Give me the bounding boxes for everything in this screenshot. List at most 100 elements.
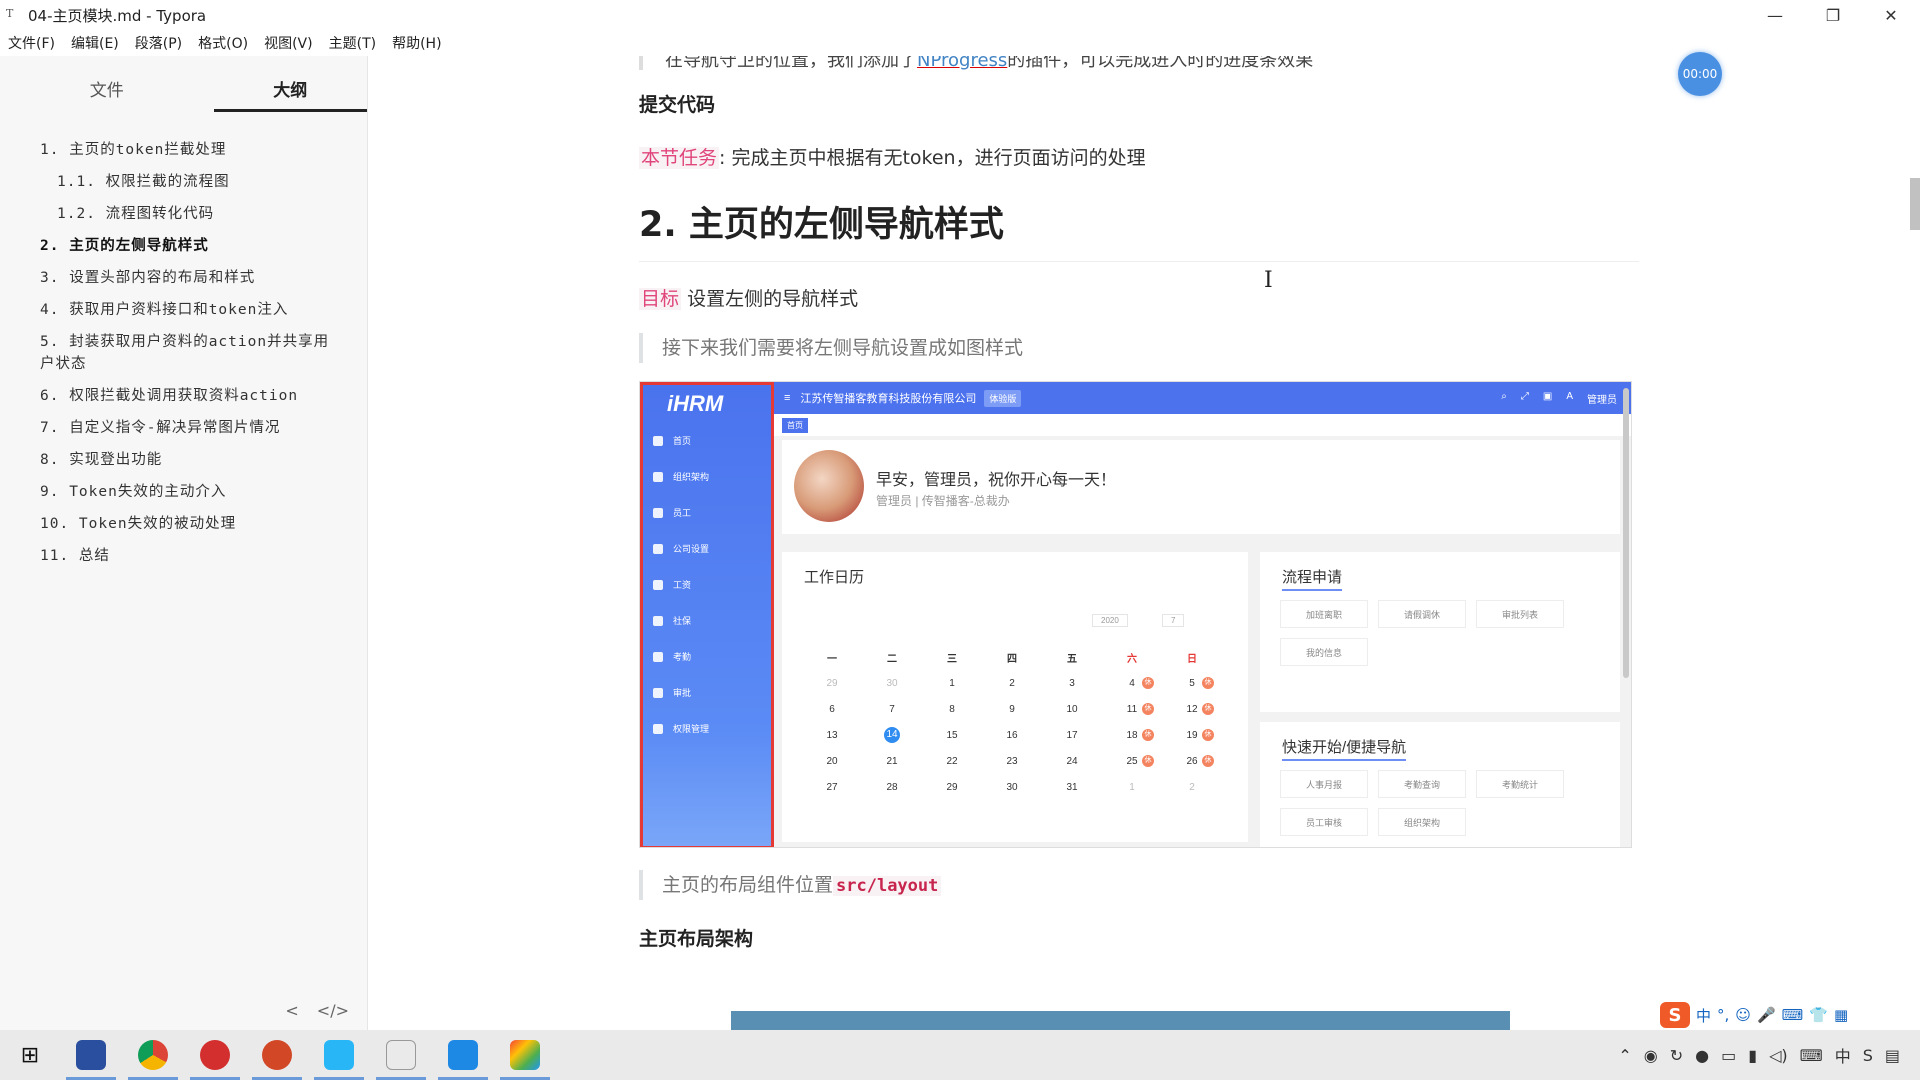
notification-icon[interactable]: ▤ xyxy=(1885,1046,1900,1065)
tray-chevron-icon[interactable]: ⌃ xyxy=(1618,1046,1631,1065)
vscode-icon xyxy=(448,1040,478,1070)
volume-icon[interactable]: ◁) xyxy=(1769,1046,1788,1065)
taskbar-powerpoint[interactable] xyxy=(246,1030,308,1080)
outline-item[interactable]: 1. 主页的token拦截处理 xyxy=(0,134,367,166)
shot-flow-panel: 流程申请 加班离职 请假调休 审批列表 我的信息 xyxy=(1260,552,1620,712)
settings-icon xyxy=(653,544,663,554)
calendar-day: 9 xyxy=(1009,703,1015,715)
input-method-icon[interactable]: 中 xyxy=(1835,1043,1851,1067)
shot-nav-item: 公司设置 xyxy=(653,531,771,567)
goal-tag: 目标 xyxy=(639,288,682,310)
task-paragraph: 本节任务: 完成主页中根据有无token，进行页面访问的处理 xyxy=(639,143,1639,170)
ime-voice-icon[interactable]: 🎤 xyxy=(1757,1006,1776,1024)
menu-paragraph[interactable]: 段落(P) xyxy=(135,33,182,53)
powershell-icon xyxy=(76,1040,106,1070)
outline-item-active[interactable]: 2. 主页的左侧导航样式 xyxy=(0,230,367,262)
calendar-week-row: 13 14 15 16 17 1819 xyxy=(802,722,1222,748)
shot-scrollbar xyxy=(1623,388,1629,678)
calendar-weekday: 六 xyxy=(1127,653,1137,665)
colorful-app-icon xyxy=(510,1040,540,1070)
window-title: 04-主页模块.md - Typora xyxy=(28,6,207,25)
shot-nav-item: 权限管理 xyxy=(653,711,771,747)
typora-app-icon: T xyxy=(6,7,14,20)
taskbar-app-red[interactable] xyxy=(184,1030,246,1080)
quick-title: 快速开始/便捷导航 xyxy=(1282,736,1407,761)
taskbar-vscode[interactable] xyxy=(432,1030,494,1080)
hamburger-icon: ≡ xyxy=(784,392,791,404)
taskbar-cloud-app[interactable] xyxy=(308,1030,370,1080)
ime-skin-icon[interactable]: 👕 xyxy=(1809,1006,1828,1024)
calendar-day: 24 xyxy=(1066,755,1078,767)
editor-scrollbar[interactable] xyxy=(1910,178,1920,230)
theme-icon: ▣ xyxy=(1542,390,1553,402)
keyboard-icon[interactable]: ⌨ xyxy=(1800,1046,1823,1065)
menu-edit[interactable]: 编辑(E) xyxy=(71,33,119,53)
ime-keyboard-icon[interactable]: ⌨ xyxy=(1782,1006,1804,1024)
calendar-day: 27 xyxy=(826,781,838,793)
outline-item[interactable]: 7. 自定义指令-解决异常图片情况 xyxy=(0,412,367,444)
battery-icon[interactable]: ▮ xyxy=(1748,1046,1757,1065)
outline-item[interactable]: 8. 实现登出功能 xyxy=(0,444,367,476)
outline-item[interactable]: 3. 设置头部内容的布局和样式 xyxy=(0,262,367,294)
shot-nav-item: 工资 xyxy=(653,567,771,603)
tab-files[interactable]: 文件 xyxy=(30,56,184,112)
tray-app-icon[interactable]: ◉ xyxy=(1644,1046,1658,1065)
embedded-screenshot[interactable]: iHRM 首页 组织架构 员工 公司设置 工资 社保 考勤 审批 权限管理 ≡ … xyxy=(639,381,1632,848)
calendar-day: 4 xyxy=(1102,676,1162,689)
menu-format[interactable]: 格式(O) xyxy=(198,33,248,53)
shot-nav-item: 社保 xyxy=(653,603,771,639)
nprogress-link[interactable]: NProgress xyxy=(917,56,1007,70)
outline-item[interactable]: 5. 封装获取用户资料的action并共享用户状态 xyxy=(0,326,367,380)
taskbar-typora[interactable] xyxy=(370,1030,432,1080)
shot-company-name: 江苏传智播客教育科技股份有限公司 xyxy=(800,393,977,405)
minimize-button[interactable]: — xyxy=(1746,0,1804,30)
taskbar-chrome[interactable] xyxy=(122,1030,184,1080)
outline-item[interactable]: 1.1. 权限拦截的流程图 xyxy=(0,166,367,198)
outline-item[interactable]: 10. Token失效的被动处理 xyxy=(0,508,367,540)
outline-item[interactable]: 4. 获取用户资料接口和token注入 xyxy=(0,294,367,326)
menu-help[interactable]: 帮助(H) xyxy=(392,33,441,53)
windows-start-icon[interactable]: ⊞ xyxy=(0,1030,60,1080)
tab-outline[interactable]: 大纲 xyxy=(213,56,367,112)
close-button[interactable]: ✕ xyxy=(1862,0,1920,30)
outline-item[interactable]: 9. Token失效的主动介入 xyxy=(0,476,367,508)
ime-toolbar: S 中 °, ☺ 🎤 ⌨ 👕 ▦ xyxy=(1660,1000,1848,1030)
calendar-day: 12 xyxy=(1162,702,1222,715)
ime-mode-icon[interactable]: 中 xyxy=(1696,1005,1711,1026)
menu-theme[interactable]: 主题(T) xyxy=(329,33,376,53)
recording-timer[interactable]: 00:00 xyxy=(1678,52,1722,96)
tray-mic-icon[interactable]: ● xyxy=(1695,1046,1709,1065)
shot-nav-list: 首页 组织架构 员工 公司设置 工资 社保 考勤 审批 权限管理 xyxy=(643,423,771,747)
ime-emoji-icon[interactable]: ☺ xyxy=(1735,1006,1751,1024)
collapse-sidebar-icon[interactable]: < xyxy=(285,1001,298,1020)
menu-file[interactable]: 文件(F) xyxy=(8,33,55,53)
calendar-day: 6 xyxy=(829,703,835,715)
tray-sync-icon[interactable]: ↻ xyxy=(1670,1046,1683,1065)
menu-view[interactable]: 视图(V) xyxy=(264,33,313,53)
org-icon xyxy=(653,472,663,482)
source-code-mode-icon[interactable]: </> xyxy=(317,1001,349,1020)
network-icon[interactable]: ▭ xyxy=(1721,1046,1736,1065)
calendar-day: 30 xyxy=(1006,781,1018,793)
avatar xyxy=(794,450,864,522)
calendar-week-row: 20 21 22 23 24 2526 xyxy=(802,748,1222,774)
taskbar-powershell[interactable] xyxy=(60,1030,122,1080)
quick-chip: 考勤查询 xyxy=(1378,770,1466,798)
quick-chips: 人事月报 考勤查询 考勤统计 员工审核 组织架构 xyxy=(1280,770,1610,836)
calendar-weekday: 二 xyxy=(887,653,897,665)
sogou-tray-icon[interactable]: S xyxy=(1863,1046,1873,1065)
sogou-ime-icon[interactable]: S xyxy=(1660,1002,1690,1028)
restore-button[interactable]: ❐ xyxy=(1804,0,1862,30)
sidebar-tabs: 文件 大纲 xyxy=(0,56,367,112)
cloud-app-icon xyxy=(324,1040,354,1070)
blockquote-layout-location: 主页的布局组件位置 src/layout xyxy=(639,870,1639,900)
outline-item[interactable]: 6. 权限拦截处调用获取资料action xyxy=(0,380,367,412)
taskbar-app-colorful[interactable] xyxy=(494,1030,556,1080)
editor-area[interactable]: 在导航守卫的位置，我们添加了NProgress的插件，可以完成进入时的进度条效果… xyxy=(369,56,1920,1030)
calendar-year-select: 2020 xyxy=(1092,614,1128,627)
ime-punct-icon[interactable]: °, xyxy=(1717,1006,1729,1024)
sidebar-footer: < </> xyxy=(0,990,367,1030)
outline-item[interactable]: 11. 总结 xyxy=(0,540,367,572)
outline-item[interactable]: 1.2. 流程图转化代码 xyxy=(0,198,367,230)
ime-toolbox-icon[interactable]: ▦ xyxy=(1834,1006,1848,1024)
